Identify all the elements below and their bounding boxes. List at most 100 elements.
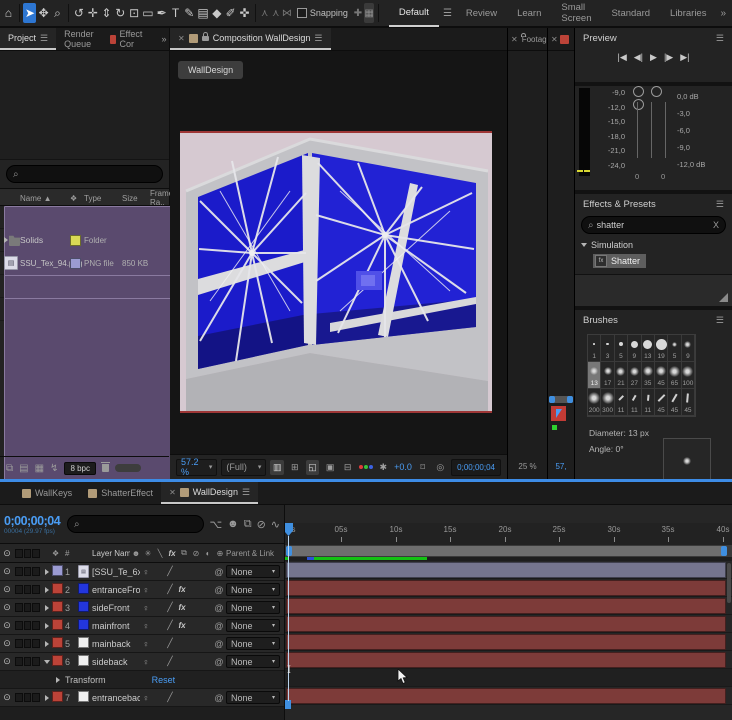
label-chip[interactable] bbox=[70, 234, 81, 246]
effect-item-shatter[interactable]: fx Shatter bbox=[593, 254, 647, 268]
puppet-pin-tool-icon[interactable]: ✜ bbox=[238, 3, 251, 23]
brush-preset[interactable]: 65 bbox=[668, 362, 682, 389]
quality-toggle[interactable]: ╱ bbox=[164, 584, 176, 595]
effects-category-simulation[interactable]: Simulation bbox=[575, 236, 732, 254]
reset-exposure-icon[interactable]: ✱ bbox=[377, 460, 391, 475]
brush-preset[interactable]: 1 bbox=[588, 335, 602, 362]
solo-toggle[interactable] bbox=[23, 657, 32, 666]
pickwhip-icon[interactable]: @ bbox=[212, 639, 226, 649]
level-slider[interactable] bbox=[651, 102, 652, 158]
workspace-menu-icon[interactable]: ☰ bbox=[439, 8, 456, 19]
project-row-wallkeys[interactable]: ▦ WallKeys Composition 29,97 bbox=[0, 298, 342, 720]
lock-toggle[interactable] bbox=[32, 585, 41, 594]
new-folder-icon[interactable]: ▤ bbox=[19, 463, 28, 474]
threed-switch-icon[interactable]: ⊕ bbox=[214, 549, 226, 558]
footage-magnification[interactable]: 25 % bbox=[508, 462, 547, 471]
label-chip[interactable] bbox=[52, 637, 63, 648]
rig-tool-icon[interactable]: ⋈ bbox=[282, 3, 292, 23]
mask-tool-icon[interactable]: ✚ bbox=[353, 3, 363, 23]
layer-bar-row-6[interactable] bbox=[285, 651, 732, 669]
project-row-walldesign[interactable]: ▦ WallDesign Composition 29,97 bbox=[0, 275, 342, 720]
orbit-camera-tool-icon[interactable]: ↺ bbox=[73, 3, 86, 23]
brush-preset[interactable]: 300 bbox=[601, 389, 615, 416]
audio-toggle[interactable] bbox=[15, 693, 23, 702]
lock-column-icon[interactable] bbox=[32, 548, 41, 558]
pixel-aspect-icon[interactable]: ⊟ bbox=[341, 460, 355, 475]
zoom-tool-icon[interactable]: ⌕ bbox=[51, 3, 64, 23]
expand-icon[interactable] bbox=[44, 694, 49, 701]
brush-preset[interactable]: 9 bbox=[681, 335, 696, 362]
timeline-track-area[interactable]: 00s 05s 10s 15s 20s 25s 30s 35s 40s bbox=[285, 505, 732, 720]
brush-preset[interactable]: 9 bbox=[628, 335, 642, 362]
workspace-learn[interactable]: Learn bbox=[507, 0, 551, 26]
layer-row-3[interactable]: ⊙ 3 sideFront ♀ ╱ fx @ None ▾ bbox=[0, 599, 284, 617]
eye-icon[interactable]: ⊙ bbox=[0, 656, 14, 667]
brush-preset[interactable]: 11 bbox=[614, 389, 629, 416]
brush-preset[interactable]: 27 bbox=[628, 362, 642, 389]
shy-toggle[interactable]: ♀ bbox=[140, 639, 152, 649]
layer-row-2[interactable]: ⊙ 2 entranceFront ♀ ╱ fx @ None▾ bbox=[0, 581, 284, 599]
brush-tool-icon[interactable]: ✎ bbox=[183, 3, 196, 23]
tab-walldesign[interactable]: ✕ WallDesign ☰ bbox=[161, 482, 259, 504]
number-column-header[interactable]: # bbox=[65, 549, 78, 558]
layer-name[interactable]: [SSU_Te_6x994.png] bbox=[92, 567, 140, 577]
lock-toggle[interactable] bbox=[32, 603, 41, 612]
rig-tool-icon[interactable]: ⋏ bbox=[260, 3, 270, 23]
layer-name[interactable]: mainback bbox=[92, 639, 140, 649]
tab-wallkeys[interactable]: WallKeys bbox=[14, 482, 80, 504]
transform-label[interactable]: Transform bbox=[65, 675, 106, 685]
shy-layers-icon[interactable]: ☻ bbox=[227, 518, 239, 531]
mask-visibility-icon[interactable]: ◱ bbox=[305, 459, 320, 475]
composition-canvas[interactable] bbox=[180, 131, 492, 413]
effects-search-input[interactable]: ⌕ X bbox=[581, 216, 726, 234]
composition-viewer[interactable]: WallDesign bbox=[170, 51, 507, 454]
snapping-toggle[interactable]: Snapping bbox=[296, 8, 348, 18]
footer-slider[interactable] bbox=[115, 464, 142, 472]
transparency-grid-icon[interactable]: ⊞ bbox=[288, 460, 302, 475]
motion-blur-switch-icon[interactable]: ⊘ bbox=[190, 549, 202, 558]
panel-menu-icon[interactable]: ☰ bbox=[242, 487, 250, 498]
parent-dropdown[interactable]: None ▾ bbox=[226, 691, 280, 704]
shy-toggle[interactable]: ♀ bbox=[140, 657, 152, 667]
expand-icon[interactable] bbox=[44, 586, 49, 593]
level-knob[interactable] bbox=[650, 86, 662, 97]
pickwhip-icon[interactable]: @ bbox=[212, 693, 226, 703]
video-column-icon[interactable]: ⊙ bbox=[0, 548, 14, 559]
show-snapshot-icon[interactable]: ◎ bbox=[434, 460, 448, 475]
solo-toggle[interactable] bbox=[23, 585, 32, 594]
workspace-review[interactable]: Review bbox=[456, 0, 507, 26]
audio-toggle[interactable] bbox=[15, 639, 23, 648]
magnification-dropdown[interactable]: 57.2 % ▾ bbox=[176, 457, 218, 477]
parent-dropdown[interactable]: None ▾ bbox=[226, 619, 280, 632]
quality-toggle[interactable]: ╱ bbox=[164, 638, 176, 649]
interpret-footage-icon[interactable]: ⧉ bbox=[6, 463, 13, 474]
tab-viewer2[interactable]: ✕ bbox=[548, 28, 574, 51]
viewer2-magnification[interactable]: 57, bbox=[548, 462, 574, 471]
col-size[interactable]: Size bbox=[122, 194, 150, 203]
solo-toggle[interactable] bbox=[23, 693, 32, 702]
first-frame-button[interactable]: |◀ bbox=[618, 52, 627, 63]
brush-preset[interactable]: 11 bbox=[628, 389, 642, 416]
fx-badge[interactable]: fx bbox=[176, 603, 188, 612]
playhead[interactable] bbox=[285, 523, 294, 701]
quality-toggle[interactable]: ╱ bbox=[164, 602, 176, 613]
panel-menu-icon[interactable]: ☰ bbox=[716, 315, 724, 326]
brush-preset[interactable]: 45 bbox=[668, 389, 682, 416]
eye-icon[interactable]: ⊙ bbox=[0, 692, 14, 703]
audio-toggle[interactable] bbox=[15, 657, 23, 666]
audio-toggle[interactable] bbox=[15, 585, 23, 594]
graph-editor-icon[interactable]: ∿ bbox=[271, 518, 280, 531]
adjust-icon[interactable]: ↯ bbox=[50, 463, 58, 474]
layer-name[interactable]: entranceback bbox=[92, 693, 140, 703]
frame-blending-icon[interactable]: ⧉ bbox=[244, 518, 252, 531]
tab-project[interactable]: Project ☰ bbox=[0, 28, 57, 50]
tab-render-queue[interactable]: Render Queue bbox=[56, 28, 102, 50]
level-knob[interactable] bbox=[633, 86, 644, 97]
layer-row-7[interactable]: ⊙ 7 entranceback ♀ ╱ @ None▾ bbox=[0, 689, 284, 707]
roto-brush-tool-icon[interactable]: ✐ bbox=[224, 3, 237, 23]
solo-column-icon[interactable] bbox=[23, 548, 32, 558]
parent-dropdown[interactable]: None ▾ bbox=[226, 583, 280, 596]
layer-duration-bar[interactable] bbox=[286, 688, 726, 704]
clone-stamp-tool-icon[interactable]: ▤ bbox=[197, 3, 210, 23]
parent-dropdown[interactable]: None ▾ bbox=[226, 601, 280, 614]
